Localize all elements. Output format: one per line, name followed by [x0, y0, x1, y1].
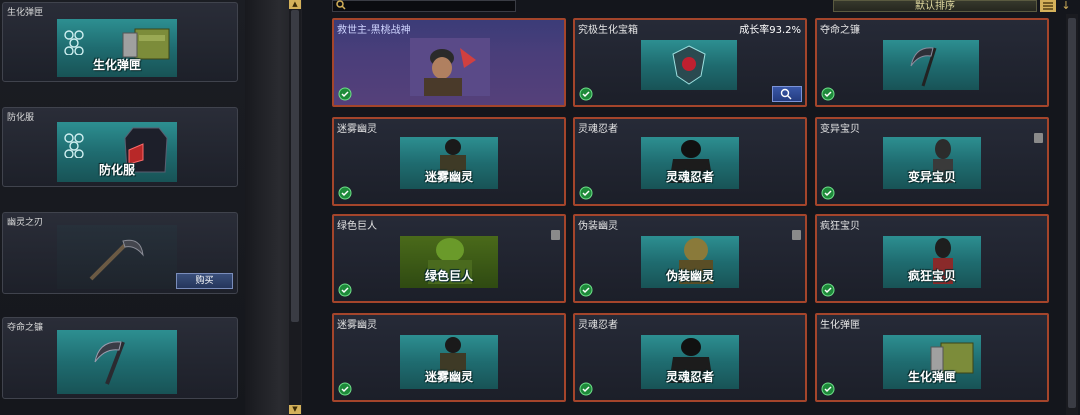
item-banner: 疯狂宝贝	[883, 236, 981, 288]
item-banner: 防化服	[57, 122, 177, 182]
card-title: 灵魂忍者	[578, 320, 618, 331]
card-title: 伪装幽灵	[578, 221, 618, 232]
item-card-mist-ghost[interactable]: 迷雾幽灵 迷雾幽灵	[332, 117, 566, 206]
banner-text: 疯狂宝贝	[907, 269, 956, 283]
owned-check-icon	[821, 186, 835, 200]
item-banner	[883, 40, 979, 90]
card-title: 疯狂宝贝	[820, 221, 860, 232]
card-title: 变异宝贝	[820, 124, 860, 135]
owned-check-icon	[338, 382, 352, 396]
trash-icon[interactable]	[1034, 133, 1043, 143]
sort-direction-icon[interactable]: ↓	[1058, 0, 1074, 12]
banner-text: 防化服	[98, 163, 135, 177]
scroll-thumb[interactable]	[1068, 18, 1076, 408]
item-card-soul-ninja[interactable]: 灵魂忍者 灵魂忍者	[573, 117, 807, 206]
item-card-crazy-baby[interactable]: 疯狂宝贝 疯狂宝贝	[815, 214, 1049, 303]
item-banner: 迷雾幽灵	[400, 137, 498, 189]
sidebar-item-death-scythe[interactable]: 夺命之镰	[2, 317, 238, 399]
card-title: 绿色巨人	[337, 221, 377, 232]
sidebar-item-phantom-blade[interactable]: 幽灵之刃 购买	[2, 212, 238, 294]
banner-text: 伪装幽灵	[665, 269, 714, 283]
item-banner: 灵魂忍者	[641, 335, 739, 389]
owned-check-icon	[338, 283, 352, 297]
list-icon[interactable]	[1040, 0, 1056, 12]
grid-scrollbar[interactable]	[1066, 14, 1078, 415]
item-card-ultimate-box[interactable]: 究极生化宝箱 成长率93.2%	[573, 18, 807, 107]
sidebar-item-label: 生化弹匣	[7, 8, 44, 18]
scroll-up-icon[interactable]: ▲	[289, 0, 301, 9]
scythe-icon	[89, 239, 144, 281]
item-banner: 绿色巨人	[400, 236, 498, 288]
banner-text: 生化弹匣	[92, 58, 141, 72]
item-banner	[641, 40, 737, 90]
card-title: 究极生化宝箱	[578, 25, 638, 36]
item-card-ammo[interactable]: 生化弹匣 生化弹匣	[815, 313, 1049, 402]
shield-emblem-icon	[672, 45, 706, 85]
owned-check-icon	[579, 283, 593, 297]
growth-rate: 成长率93.2%	[739, 25, 801, 36]
item-banner: 生化弹匣	[883, 335, 981, 389]
card-title: 夺命之镰	[820, 25, 860, 36]
item-card-green-giant[interactable]: 绿色巨人 绿色巨人	[332, 214, 566, 303]
owned-check-icon	[821, 382, 835, 396]
banner-text: 灵魂忍者	[665, 170, 714, 184]
sidebar-item-label: 防化服	[7, 113, 35, 123]
item-card-soul-ninja[interactable]: 灵魂忍者 灵魂忍者	[573, 313, 807, 402]
hex-icon	[64, 133, 84, 158]
banner-text: 灵魂忍者	[665, 370, 714, 384]
banner-text: 生化弹匣	[907, 370, 956, 384]
card-title: 迷雾幽灵	[337, 320, 377, 331]
owned-check-icon	[579, 87, 593, 101]
soldier-portrait-icon	[410, 38, 490, 96]
sidebar-item-armor[interactable]: 防化服 防化服	[2, 107, 238, 187]
search-input[interactable]	[332, 0, 516, 12]
card-title: 灵魂忍者	[578, 124, 618, 135]
card-title: 救世主-黑桃战神	[337, 25, 411, 36]
search-icon[interactable]	[336, 0, 346, 10]
card-title: 生化弹匣	[820, 320, 860, 331]
item-banner: 生化弹匣	[57, 19, 177, 77]
sidebar-scrollbar[interactable]: ▲ ▼	[289, 0, 301, 415]
item-banner	[57, 225, 177, 289]
hex-icon	[64, 30, 84, 55]
card-title: 迷雾幽灵	[337, 124, 377, 135]
item-card-savior[interactable]: 救世主-黑桃战神	[332, 18, 566, 107]
item-card-disguise-ghost[interactable]: 伪装幽灵 伪装幽灵	[573, 214, 807, 303]
banner-text: 迷雾幽灵	[424, 370, 473, 384]
item-card-mist-ghost[interactable]: 迷雾幽灵 迷雾幽灵	[332, 313, 566, 402]
owned-check-icon	[821, 283, 835, 297]
banner-text: 绿色巨人	[424, 269, 473, 283]
item-banner: 灵魂忍者	[641, 137, 739, 189]
owned-check-icon	[338, 186, 352, 200]
owned-check-icon	[821, 87, 835, 101]
preview-magnifier-icon[interactable]	[772, 86, 802, 102]
owned-check-icon	[579, 382, 593, 396]
sort-dropdown[interactable]: 默认排序	[833, 0, 1037, 12]
item-card-death-scythe[interactable]: 夺命之镰	[815, 18, 1049, 107]
sidebar-item-label: 夺命之镰	[7, 323, 44, 333]
item-banner	[57, 330, 177, 394]
owned-check-icon	[579, 186, 593, 200]
item-banner: 变异宝贝	[883, 137, 981, 189]
scroll-down-icon[interactable]: ▼	[289, 405, 301, 414]
trash-icon[interactable]	[551, 230, 560, 240]
item-card-mutant-baby[interactable]: 变异宝贝 变异宝贝	[815, 117, 1049, 206]
scythe-icon	[94, 341, 125, 385]
sidebar-item-label: 幽灵之刃	[7, 218, 44, 228]
owned-check-icon	[338, 87, 352, 101]
scythe-icon	[910, 47, 937, 87]
scroll-thumb[interactable]	[291, 10, 299, 322]
banner-text: 迷雾幽灵	[424, 170, 473, 184]
buy-button[interactable]: 购买	[176, 273, 233, 289]
item-banner: 迷雾幽灵	[400, 335, 498, 389]
sidebar-item-ammo[interactable]: 生化弹匣 生化弹匣	[2, 2, 238, 82]
trash-icon[interactable]	[792, 230, 801, 240]
banner-text: 变异宝贝	[907, 170, 956, 184]
item-banner: 伪装幽灵	[641, 236, 739, 288]
